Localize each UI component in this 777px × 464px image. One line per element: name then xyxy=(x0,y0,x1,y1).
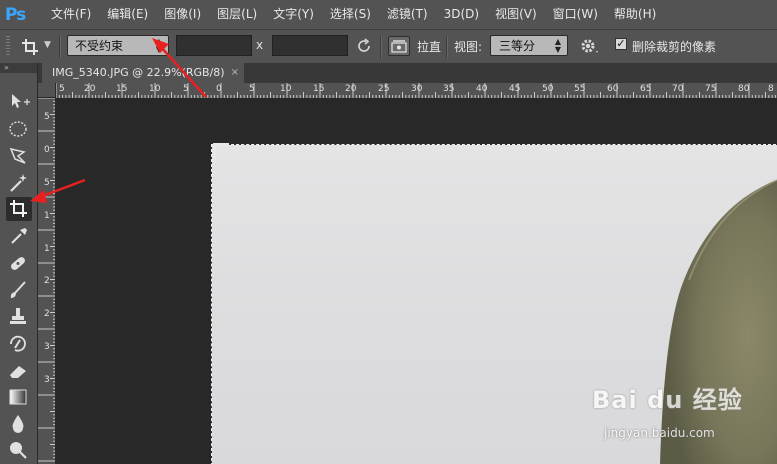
gradient-icon[interactable] xyxy=(6,385,32,409)
menu-view[interactable]: 视图(V) xyxy=(487,0,545,29)
ruler-label: 1 xyxy=(44,211,50,221)
ruler-label: 80 xyxy=(738,84,750,94)
overlay-view-select[interactable]: 三等分 ▲ ▼ xyxy=(490,35,568,56)
menu-file[interactable]: 文件(F) xyxy=(43,0,99,29)
ruler-label: 5 xyxy=(183,84,189,94)
crop-height-input[interactable] xyxy=(272,35,348,56)
history-brush-icon[interactable] xyxy=(6,332,32,356)
ruler-label: 3 xyxy=(44,342,50,352)
blur-icon[interactable] xyxy=(6,412,32,436)
vertical-ruler[interactable]: 5 0 5 1 1 2 2 3 3 xyxy=(38,98,56,464)
ruler-label: 20 xyxy=(84,84,96,94)
tools-panel-collapse-icon[interactable]: » xyxy=(0,63,37,73)
ruler-label: 0 xyxy=(44,145,50,155)
menu-filter[interactable]: 滤镜(T) xyxy=(379,0,436,29)
overlay-view-value: 三等分 xyxy=(499,39,536,53)
ruler-label: 60 xyxy=(607,84,619,94)
gear-icon[interactable] xyxy=(579,36,601,56)
crop-tool-preset-icon[interactable] xyxy=(20,37,42,57)
ruler-label: 5 xyxy=(59,84,65,94)
select-arrows-icon: ▲ ▼ xyxy=(554,37,561,54)
clone-stamp-icon[interactable] xyxy=(6,305,32,329)
options-bar: ▼ 不受约束 ▲ ▼ x 拉直 视图: 三等分 ▲ ▼ ✓ 删除裁剪的像素 xyxy=(0,29,777,64)
straighten-icon[interactable] xyxy=(388,36,410,56)
swap-dimensions-icon[interactable] xyxy=(355,37,373,55)
move-icon[interactable] xyxy=(6,90,32,114)
menu-select[interactable]: 选择(S) xyxy=(322,0,379,29)
dodge-icon[interactable] xyxy=(6,438,32,462)
ruler-label: 5 xyxy=(249,84,255,94)
ruler-label: 0 xyxy=(216,84,222,94)
separator xyxy=(446,36,448,58)
ruler-label: 8 xyxy=(768,84,774,94)
ruler-label: 2 xyxy=(44,309,50,319)
tools-panel: » xyxy=(0,63,38,464)
menu-bar: Ps 文件(F) 编辑(E) 图像(I) 图层(L) 文字(Y) 选择(S) 滤… xyxy=(0,0,777,29)
delete-cropped-label[interactable]: 删除裁剪的像素 xyxy=(632,38,716,55)
straighten-label[interactable]: 拉直 xyxy=(417,38,441,55)
lasso-icon[interactable] xyxy=(6,144,32,168)
menu-layer[interactable]: 图层(L) xyxy=(209,0,265,29)
view-label: 视图: xyxy=(454,40,483,54)
watermark-sub: jingyan.baidu.com xyxy=(604,426,715,440)
ruler-label: 10 xyxy=(280,84,292,94)
separator xyxy=(380,36,382,58)
horizontal-ruler[interactable]: 5 20 15 10 5 0 5 10 15 20 25 30 35 40 45… xyxy=(56,83,777,99)
ruler-label: 3 xyxy=(44,375,50,385)
tool-preset-dropdown-icon[interactable]: ▼ xyxy=(44,40,51,50)
separator xyxy=(59,36,61,58)
document-tab-title: IMG_5340.JPG @ 22.9%(RGB/8) xyxy=(52,66,225,79)
ruler-label: 5 xyxy=(44,112,50,122)
ruler-corner[interactable] xyxy=(38,83,56,98)
crop-icon[interactable] xyxy=(6,197,32,221)
crop-ratio-select[interactable]: 不受约束 ▲ ▼ xyxy=(67,35,169,56)
eraser-icon[interactable] xyxy=(6,359,32,383)
ruler-label: 10 xyxy=(149,84,161,94)
ruler-label: 20 xyxy=(345,84,357,94)
watermark-main: Bai du 经验 xyxy=(592,386,743,414)
crop-handle-top-left[interactable] xyxy=(213,143,229,159)
ruler-label: 5 xyxy=(44,178,50,188)
ruler-label: 25 xyxy=(378,84,390,94)
ruler-label: 50 xyxy=(542,84,554,94)
ruler-label: 45 xyxy=(509,84,521,94)
baidu-watermark: Bai du 经验 jingyan.baidu.com xyxy=(592,380,777,458)
magic-wand-icon[interactable] xyxy=(6,171,32,195)
eyedropper-icon[interactable] xyxy=(6,224,32,248)
photoshop-logo: Ps xyxy=(5,4,26,25)
ruler-label: 35 xyxy=(443,84,455,94)
ruler-label: 15 xyxy=(313,84,325,94)
ruler-label: 65 xyxy=(640,84,652,94)
menu-3d[interactable]: 3D(D) xyxy=(436,0,487,29)
ruler-label: 40 xyxy=(476,84,488,94)
brush-icon[interactable] xyxy=(6,278,32,302)
select-arrows-icon: ▲ ▼ xyxy=(155,37,162,54)
options-bar-grip[interactable] xyxy=(6,36,10,56)
crop-ratio-value: 不受约束 xyxy=(75,39,124,53)
ruler-label: 1 xyxy=(44,244,50,254)
crop-width-input[interactable] xyxy=(176,35,252,56)
menu-window[interactable]: 窗口(W) xyxy=(545,0,606,29)
delete-cropped-checkbox[interactable]: ✓ xyxy=(615,38,627,50)
ruler-label: 55 xyxy=(574,84,586,94)
document-tab-bar: IMG_5340.JPG @ 22.9%(RGB/8) × xyxy=(38,63,777,83)
document-tab[interactable]: IMG_5340.JPG @ 22.9%(RGB/8) × xyxy=(42,63,244,83)
healing-brush-icon[interactable] xyxy=(6,251,32,275)
ruler-label: 75 xyxy=(705,84,717,94)
menu-edit[interactable]: 编辑(E) xyxy=(99,0,156,29)
ruler-label: 2 xyxy=(44,276,50,286)
ruler-label: 15 xyxy=(116,84,128,94)
close-icon[interactable]: × xyxy=(231,63,239,83)
menu-image[interactable]: 图像(I) xyxy=(156,0,209,29)
menu-help[interactable]: 帮助(H) xyxy=(606,0,664,29)
ruler-label: 30 xyxy=(411,84,423,94)
marquee-icon[interactable] xyxy=(6,117,32,141)
ruler-label: 70 xyxy=(672,84,684,94)
menu-type[interactable]: 文字(Y) xyxy=(265,0,322,29)
dimension-separator: x xyxy=(256,38,264,52)
